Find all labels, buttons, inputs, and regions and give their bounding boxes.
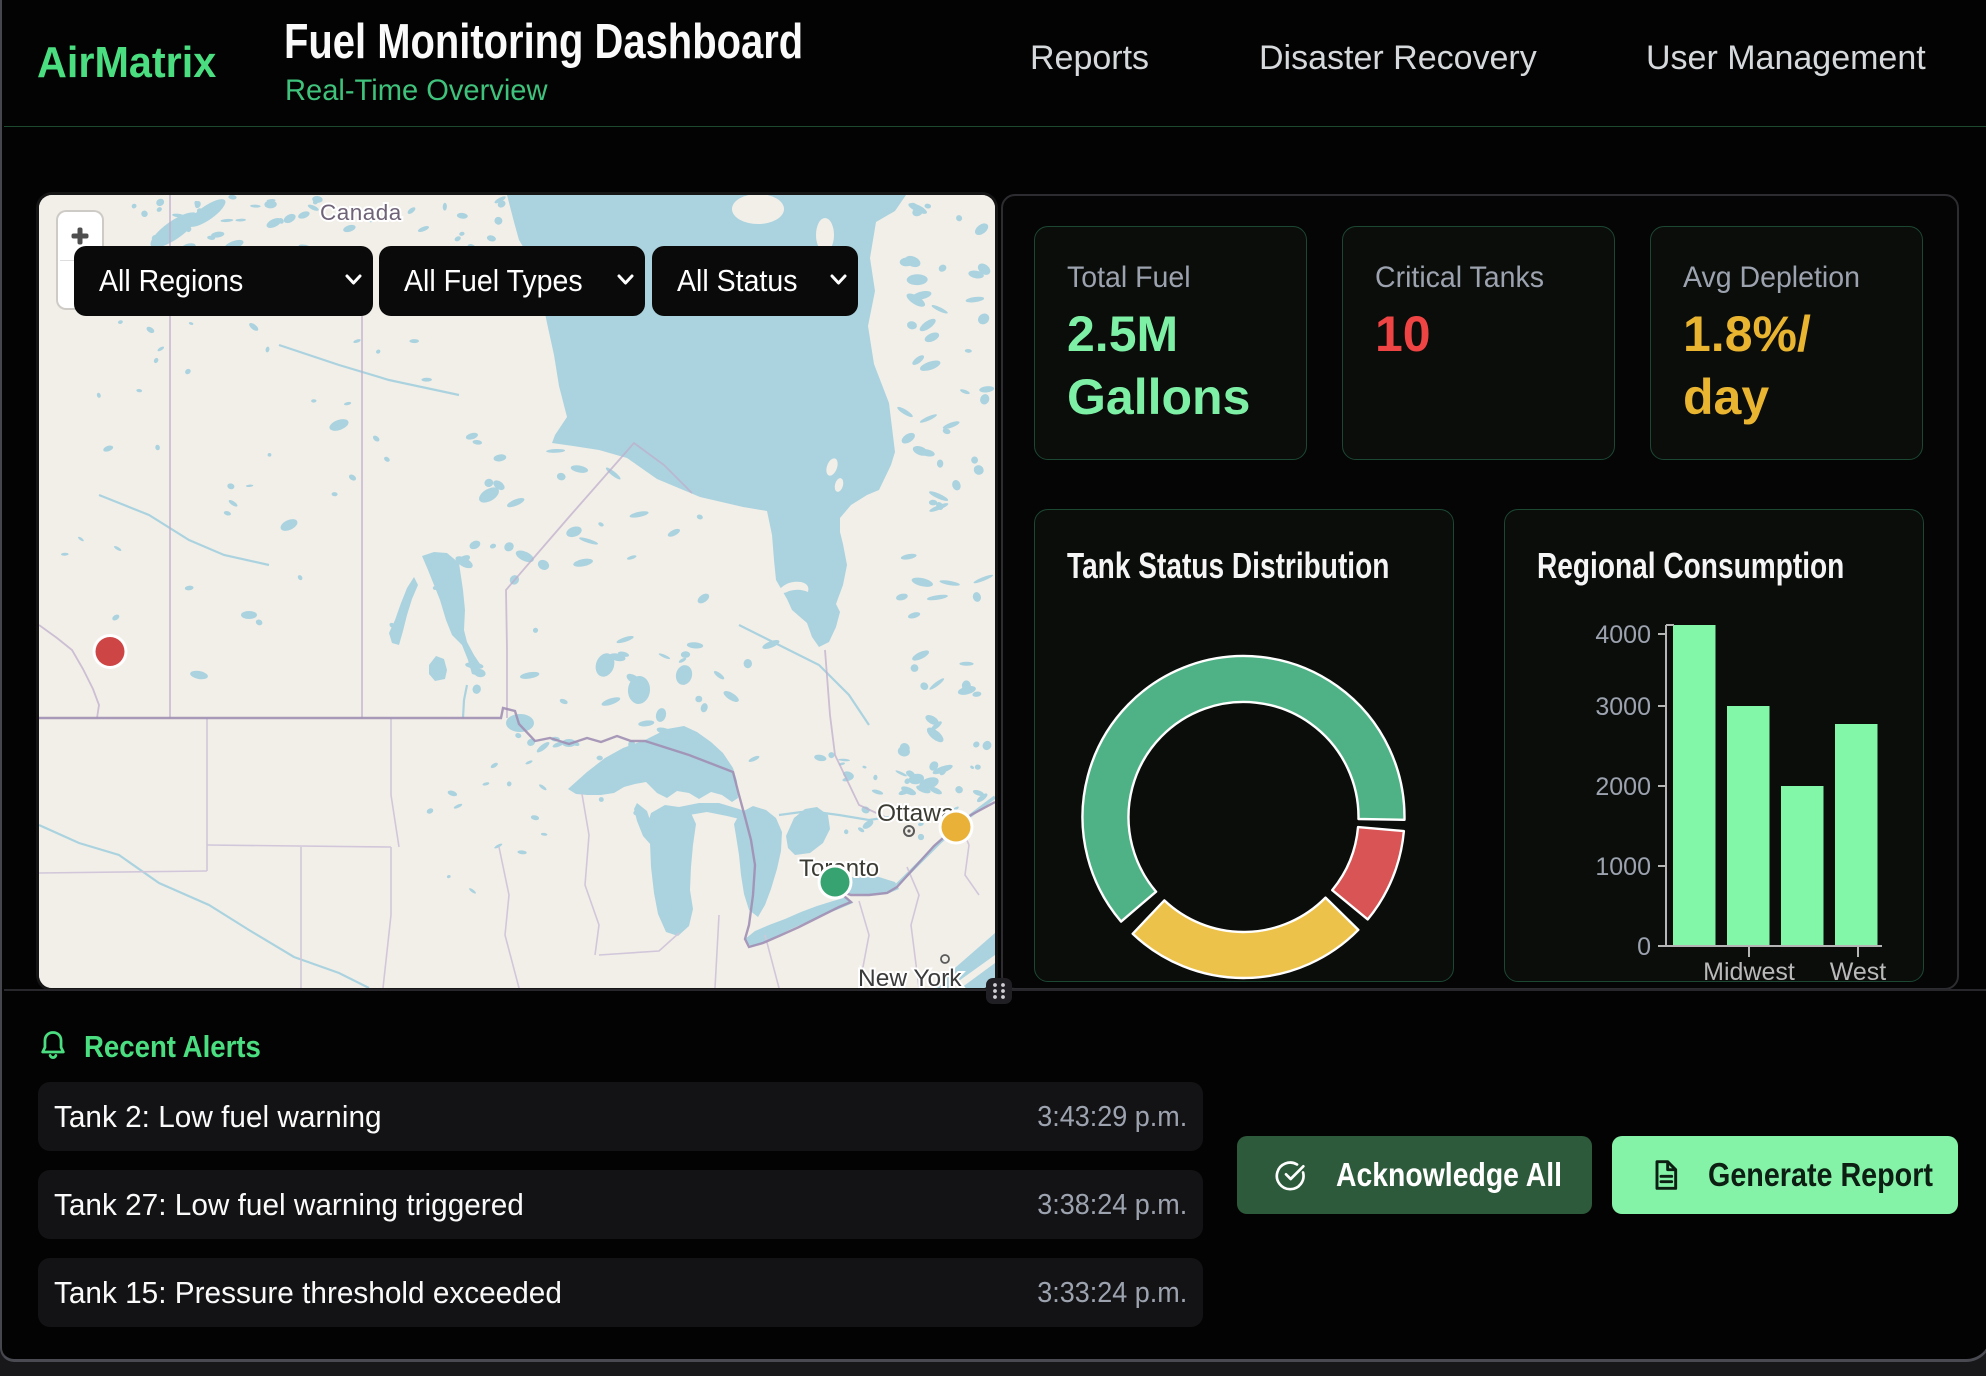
svg-text:2000: 2000 — [1595, 773, 1651, 801]
svg-text:Midwest: Midwest — [1703, 958, 1795, 983]
svg-text:1000: 1000 — [1595, 853, 1651, 881]
svg-text:Canada: Canada — [320, 200, 402, 225]
svg-text:4000: 4000 — [1595, 621, 1651, 649]
svg-text:0: 0 — [1637, 933, 1651, 961]
svg-text:West: West — [1830, 958, 1887, 983]
svg-text:New York: New York — [858, 965, 962, 988]
svg-text:3000: 3000 — [1595, 693, 1651, 721]
